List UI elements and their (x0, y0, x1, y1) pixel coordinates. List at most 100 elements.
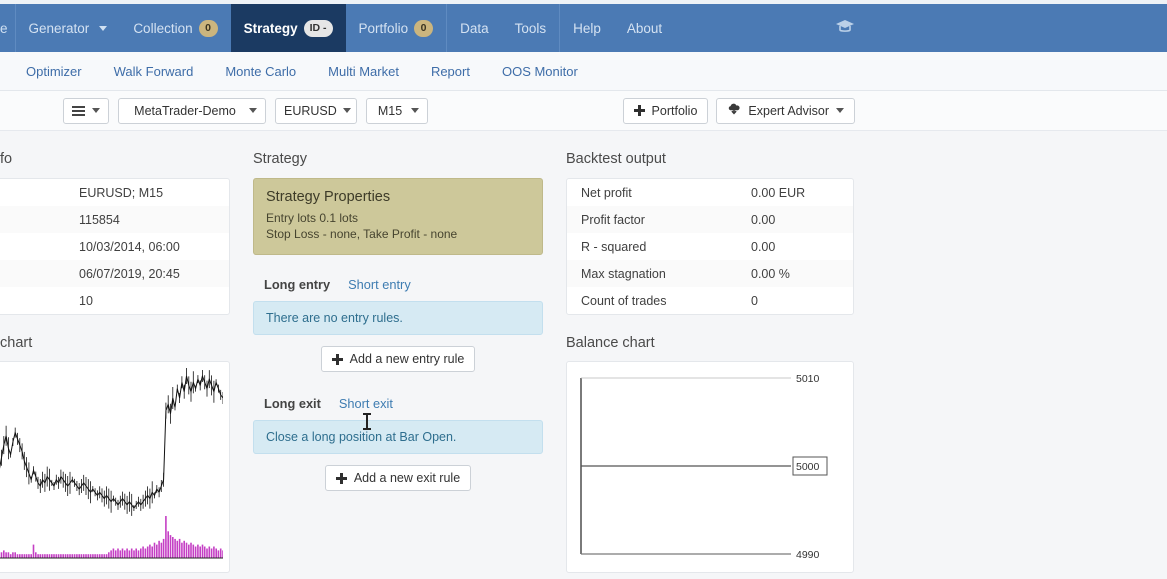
nav-item-about[interactable]: About (614, 4, 675, 52)
collection-count-badge: 0 (199, 20, 218, 37)
chevron-down-icon (836, 108, 844, 113)
nav-item-clipped[interactable]: e (0, 4, 15, 52)
add-entry-rule-label: Add a new entry rule (350, 352, 465, 366)
toolbar-right-group: Portfolio Expert Advisor (623, 98, 1167, 124)
left-column: fo EURUSD; M15 bars 115854 t 10/03/2014,… (0, 131, 230, 573)
navbar-right (835, 4, 1167, 52)
balance-chart-panel[interactable]: 501050004990 (566, 361, 854, 573)
broker-select[interactable]: MetaTrader-Demo (118, 98, 266, 124)
price-chart-panel[interactable] (0, 361, 230, 573)
plus-icon (634, 105, 645, 116)
tab-short-exit[interactable]: Short exit (339, 396, 393, 411)
info-key: l (0, 267, 79, 281)
table-row: Count of trades 0 (567, 287, 853, 314)
expert-advisor-button[interactable]: Expert Advisor (716, 98, 855, 124)
chevron-down-icon (99, 26, 107, 31)
nav-item-portfolio[interactable]: Portfolio 0 (346, 4, 447, 52)
tab-long-entry[interactable]: Long entry (264, 277, 330, 292)
chevron-down-icon (411, 108, 419, 113)
backtest-output-panel: Net profit 0.00 EUR Profit factor 0.00 R… (566, 178, 854, 315)
tab-long-exit[interactable]: Long exit (264, 396, 321, 411)
entry-tabs: Long entry Short entry (264, 277, 543, 292)
info-key: bars (0, 213, 79, 227)
nav-item-data-label: Data (460, 21, 489, 36)
backtest-key: R - squared (581, 240, 751, 254)
exit-button-row: Add a new exit rule (253, 465, 543, 491)
toolbar: MetaTrader-Demo EURUSD M15 Portfolio (0, 91, 1167, 131)
hamburger-menu-icon (72, 106, 85, 116)
subnav-item-walk-forward[interactable]: Walk Forward (98, 64, 210, 79)
nav-item-clipped-label: e (0, 21, 8, 36)
backtest-column: Backtest output Net profit 0.00 EUR Prof… (566, 131, 854, 573)
timeframe-select[interactable]: M15 (366, 98, 428, 124)
subnav-item-monte-carlo[interactable]: Monte Carlo (209, 64, 312, 79)
table-row: 10 (0, 287, 229, 314)
strategy-title: Strategy (253, 131, 543, 167)
table-row: t 10/03/2014, 06:00 (0, 233, 229, 260)
main-navbar: e Generator Collection 0 Strategy ID - P… (0, 0, 1167, 52)
info-value: 06/07/2019, 20:45 (79, 267, 217, 281)
expert-advisor-label: Expert Advisor (748, 104, 829, 118)
nav-item-data[interactable]: Data (446, 4, 502, 52)
nav-item-generator[interactable]: Generator (15, 4, 121, 52)
add-entry-rule-button[interactable]: Add a new entry rule (321, 346, 476, 372)
info-value: EURUSD; M15 (79, 186, 217, 200)
market-info-panel: EURUSD; M15 bars 115854 t 10/03/2014, 06… (0, 178, 230, 315)
add-portfolio-button[interactable]: Portfolio (623, 98, 709, 124)
market-info-title: fo (0, 131, 230, 167)
table-row: R - squared 0.00 (567, 233, 853, 260)
backtest-key: Count of trades (581, 294, 751, 308)
plus-icon (336, 473, 347, 484)
nav-item-strategy[interactable]: Strategy ID - (231, 4, 346, 52)
chevron-down-icon (92, 108, 100, 113)
table-row: Max stagnation 0.00 % (567, 260, 853, 287)
add-exit-rule-button[interactable]: Add a new exit rule (325, 465, 471, 491)
strategy-column: Strategy Strategy Properties Entry lots … (253, 131, 543, 491)
tab-short-entry[interactable]: Short entry (348, 277, 411, 292)
svg-text:4990: 4990 (796, 549, 820, 561)
backtest-value: 0 (751, 294, 839, 308)
menu-button[interactable] (63, 98, 109, 124)
subnav-item-oos-monitor[interactable]: OOS Monitor (486, 64, 594, 79)
text-cursor (366, 413, 368, 430)
nav-item-help[interactable]: Help (559, 4, 614, 52)
table-row: l 06/07/2019, 20:45 (0, 260, 229, 287)
timeframe-select-value: M15 (375, 104, 411, 118)
nav-item-help-label: Help (573, 21, 601, 36)
table-row: Profit factor 0.00 (567, 206, 853, 233)
nav-item-collection[interactable]: Collection 0 (120, 4, 230, 52)
nav-item-about-label: About (627, 21, 662, 36)
symbol-select[interactable]: EURUSD (275, 98, 357, 124)
secondary-navbar: Optimizer Walk Forward Monte Carlo Multi… (0, 52, 1167, 91)
subnav-item-report[interactable]: Report (415, 64, 486, 79)
info-value: 10/03/2014, 06:00 (79, 240, 217, 254)
exit-rules-message: Close a long position at Bar Open. (253, 420, 543, 454)
backtest-value: 0.00 EUR (751, 186, 839, 200)
graduation-cap-icon[interactable] (835, 19, 855, 38)
nav-item-portfolio-label: Portfolio (359, 21, 409, 36)
backtest-value: 0.00 (751, 213, 839, 227)
svg-text:5000: 5000 (796, 461, 820, 473)
strategy-properties-panel[interactable]: Strategy Properties Entry lots 0.1 lots … (253, 178, 543, 255)
strategy-properties-line1: Entry lots 0.1 lots (266, 210, 530, 226)
navbar-items: e Generator Collection 0 Strategy ID - P… (0, 4, 675, 52)
info-value: 10 (79, 294, 217, 308)
backtest-key: Max stagnation (581, 267, 751, 281)
backtest-value: 0.00 % (751, 267, 839, 281)
chevron-down-icon (249, 108, 257, 113)
table-row: EURUSD; M15 (0, 179, 229, 206)
strategy-properties-heading: Strategy Properties (266, 189, 530, 205)
chevron-down-icon (343, 108, 351, 113)
plus-icon (332, 354, 343, 365)
backtest-value: 0.00 (751, 240, 839, 254)
nav-item-tools-label: Tools (515, 21, 547, 36)
balance-chart: 501050004990 (573, 368, 847, 566)
subnav-item-optimizer[interactable]: Optimizer (10, 64, 98, 79)
symbol-select-value: EURUSD (284, 104, 343, 118)
nav-item-tools[interactable]: Tools (502, 4, 560, 52)
price-chart-title: chart (0, 315, 230, 351)
add-portfolio-label: Portfolio (652, 104, 698, 118)
portfolio-count-badge: 0 (414, 20, 433, 37)
subnav-item-multi-market[interactable]: Multi Market (312, 64, 415, 79)
nav-item-collection-label: Collection (133, 21, 192, 36)
